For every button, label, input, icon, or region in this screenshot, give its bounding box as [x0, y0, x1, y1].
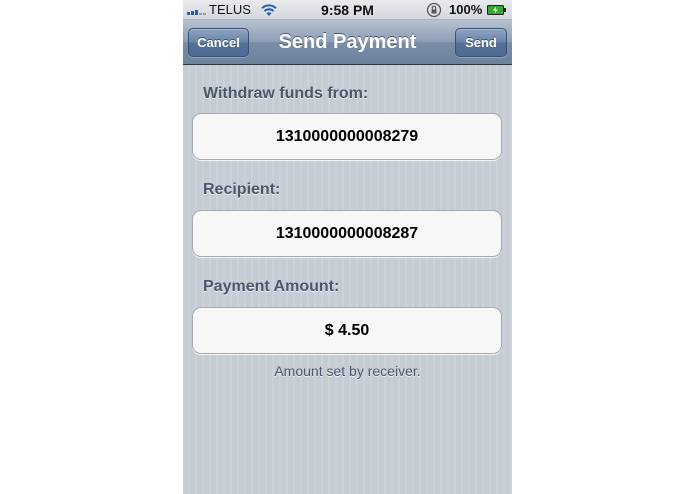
amount-note: Amount set by receiver. — [274, 363, 421, 379]
payment-form: Withdraw funds from: 1310000000008279 Re… — [183, 65, 512, 494]
withdraw-label: Withdraw funds from: — [203, 85, 369, 102]
withdraw-account-field[interactable]: 1310000000008279 — [192, 113, 502, 160]
status-bar: TELUS 9:58 PM 100% — [183, 0, 512, 20]
rotation-lock-icon — [426, 2, 442, 18]
navigation-bar: Cancel Send Payment Send — [183, 20, 512, 65]
recipient-label: Recipient: — [203, 181, 281, 198]
send-button[interactable]: Send — [455, 28, 507, 57]
recipient-account-field[interactable]: 1310000000008287 — [192, 210, 502, 257]
battery-icon — [487, 5, 506, 15]
payment-amount-label: Payment Amount: — [203, 278, 340, 295]
payment-amount-field[interactable]: $ 4.50 — [192, 307, 502, 354]
phone-screen: TELUS 9:58 PM 100% Cancel Send Payment S… — [183, 0, 512, 494]
battery-percent: 100% — [449, 2, 483, 17]
